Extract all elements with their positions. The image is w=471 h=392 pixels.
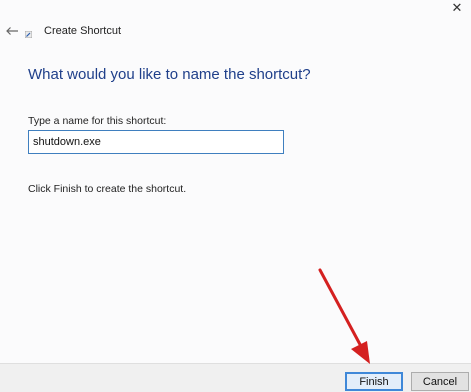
shortcut-name-label: Type a name for this shortcut: (28, 115, 167, 127)
close-button[interactable]: ✕ (449, 0, 465, 14)
page-heading: What would you like to name the shortcut… (28, 66, 311, 83)
create-shortcut-dialog: ✕ Create Shortcut What would you like to… (0, 0, 471, 392)
finish-instruction: Click Finish to create the shortcut. (28, 183, 187, 195)
window-title: Create Shortcut (44, 25, 122, 37)
annotation-arrow-icon (318, 268, 370, 364)
back-button[interactable] (3, 23, 21, 39)
shortcut-name-input[interactable] (28, 130, 284, 154)
shortcut-app-icon (25, 31, 32, 38)
finish-button[interactable]: Finish (345, 372, 403, 391)
cancel-button[interactable]: Cancel (411, 372, 469, 391)
back-arrow-icon (6, 27, 18, 35)
